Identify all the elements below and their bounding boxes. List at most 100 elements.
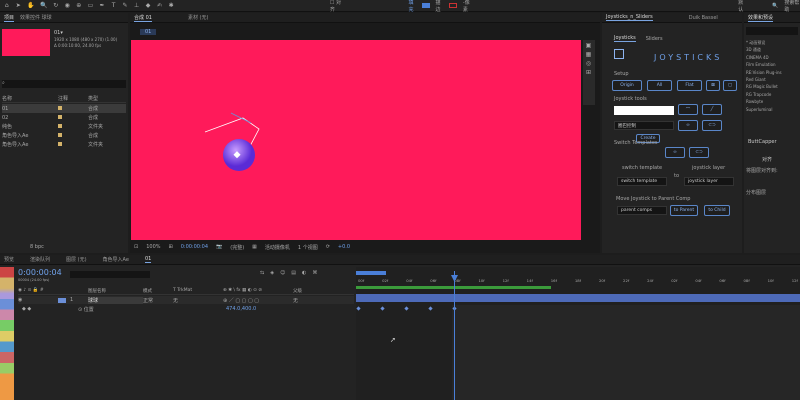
brush-icon[interactable]: ▣ (585, 42, 592, 49)
snap-checkbox[interactable]: ☐ 对齐 (330, 0, 343, 13)
col-parent[interactable]: 父级 (293, 288, 302, 294)
text-tool-icon[interactable]: T (111, 2, 117, 9)
timeline-search-input[interactable] (70, 271, 150, 278)
effects-search-input[interactable] (746, 27, 798, 35)
tool-slope-button[interactable]: ╱ (702, 104, 722, 115)
switch-unlink-button[interactable]: ⊂⊃ (689, 147, 709, 158)
layer-parent-select[interactable]: 无 (293, 297, 298, 304)
puppet-tool-icon[interactable]: ✱ (168, 2, 174, 9)
roto-tool-icon[interactable]: ✍ (157, 2, 163, 9)
list-item[interactable]: 纯色 文件夹 (2, 122, 126, 131)
rectangle-tool-icon[interactable]: ▭ (88, 2, 94, 9)
shy-icon[interactable]: ☺ (280, 270, 285, 276)
frame-blend-icon[interactable]: ▤ (291, 270, 296, 276)
to-parent-button[interactable]: to Parent (670, 205, 698, 216)
quality-select[interactable]: (完整) (230, 244, 244, 251)
pen-tool-icon[interactable]: ✒ (99, 2, 105, 9)
table-row[interactable]: ◆ ◆ ⊙ 位置 474.0,400.0 (18, 305, 354, 313)
hand-tool-icon[interactable]: ✋ (27, 2, 34, 9)
project-search-input[interactable]: ⌕ (2, 80, 126, 88)
layer-bar[interactable] (356, 294, 800, 302)
draft-3d-icon[interactable]: ◈ (270, 270, 274, 276)
position-value[interactable]: 474.0,400.0 (226, 306, 256, 312)
buttcapper-label[interactable]: ButtCapper (748, 139, 777, 145)
list-item[interactable]: Film Emulation (746, 61, 782, 68)
grid-icon[interactable]: ▦ (585, 51, 592, 58)
column-name[interactable]: 名称 (2, 95, 58, 102)
keyframe[interactable] (404, 306, 409, 311)
effects-tab[interactable]: 效果和预设 (748, 14, 774, 22)
workspace-label[interactable]: 默认 (738, 0, 746, 13)
graph-editor-icon[interactable]: ⌘ (312, 270, 317, 276)
comp-canvas[interactable] (131, 40, 581, 240)
keyframe-row[interactable] (356, 304, 800, 314)
duik-tab[interactable]: Duik Bassel (689, 15, 718, 21)
exposure-value[interactable]: +0.0 (338, 244, 350, 250)
stamp-tool-icon[interactable]: ⊥ (134, 2, 140, 9)
keyframe[interactable] (356, 306, 361, 311)
list-item[interactable]: 角色导入Ae 合成 (2, 131, 126, 140)
origin-button[interactable]: Origin (612, 80, 642, 91)
search-help-input[interactable]: 搜索帮助 (784, 0, 800, 13)
sliders-subtab[interactable]: Sliders (646, 36, 663, 42)
list-item[interactable]: Superluminal (746, 106, 782, 113)
switch-template-select[interactable]: switch template (617, 177, 667, 186)
to-child-button[interactable]: to Child (704, 205, 730, 216)
timeline-timecode[interactable]: 0:00:00:04 (18, 268, 62, 277)
list-item[interactable]: Rowbyte (746, 98, 782, 105)
motion-blur-icon[interactable]: ◐ (302, 270, 306, 276)
list-item[interactable]: * 动画预设 (746, 39, 782, 46)
comp-tab[interactable]: 合成 01 (134, 14, 152, 22)
layer-trkmat-select[interactable]: 无 (173, 297, 223, 304)
list-item[interactable]: 3D 通道 (746, 46, 782, 53)
switch-link-button[interactable]: ∞ (665, 147, 685, 158)
align-tab[interactable]: 对齐 (762, 156, 772, 163)
list-item[interactable]: RE:Vision Plug-ins (746, 69, 782, 76)
time-ruler[interactable]: 00f 02f 04f 06f 08f 10f 12f 14f 16f 18f 20f 22f 24f 0… (356, 275, 800, 285)
table-row[interactable]: ◉ 1 球球 正常 无 ⊕ ／ ▢ ▢ ▢ ▢ 无 (18, 296, 354, 304)
reset-exposure-icon[interactable]: ⟳ (326, 244, 330, 250)
joystick-layer-select[interactable]: joystick layer (684, 177, 734, 186)
layer-mode-select[interactable]: 正常 (143, 297, 173, 304)
stopwatch-icon[interactable]: ⊙ 位置 (78, 306, 168, 313)
stroke-swatch[interactable] (449, 3, 457, 8)
project-tab[interactable]: 项目 (4, 14, 15, 22)
flat-button[interactable]: Flat (677, 80, 702, 91)
tool-bend-button[interactable]: ⌒ (678, 104, 698, 115)
keyframe[interactable] (428, 306, 433, 311)
tab-character-comp[interactable]: 角色导入Ae (103, 256, 129, 263)
column-type[interactable]: 类型 (88, 95, 98, 102)
comp-breadcrumb[interactable]: 01 (140, 29, 157, 35)
layer-tab[interactable]: 素材 (无) (188, 14, 209, 21)
effect-controls-tab[interactable]: 效果控件 球球 (20, 14, 52, 21)
tab-preview[interactable]: 预览 (4, 256, 14, 263)
rotate-tool-icon[interactable]: ↻ (53, 2, 59, 9)
resolution-icon[interactable]: ⊞ (169, 244, 173, 250)
region-icon[interactable]: ▦ (252, 244, 257, 250)
zoom-select[interactable]: 100% (146, 244, 160, 250)
snapshot-icon[interactable]: 📷 (216, 244, 222, 250)
tool-unlink-button[interactable]: ⊂⊃ (702, 120, 722, 131)
col-mode[interactable]: 模式 (143, 288, 173, 294)
bpc-label[interactable]: 8 bpc (30, 244, 44, 250)
zoom-tool-icon[interactable]: 🔍 (40, 2, 47, 9)
tab-comp-01[interactable]: 01 (144, 256, 152, 263)
list-item[interactable]: Red Giant (746, 76, 782, 83)
col-layer-name[interactable]: 图层名称 (88, 288, 143, 294)
search-icon[interactable]: 🔍 (772, 3, 778, 9)
stroke-label[interactable]: 描边 (436, 0, 444, 13)
playhead[interactable] (454, 271, 455, 400)
joystick-x-button[interactable]: ⊠ (706, 80, 720, 91)
parent-comps-select[interactable]: parent comps (617, 206, 667, 215)
tool-link-button[interactable]: ∞ (678, 120, 698, 131)
brush-tool-icon[interactable]: ✎ (122, 2, 128, 9)
camera-tool-icon[interactable]: ◉ (65, 2, 71, 9)
camera-select[interactable]: 活动摄像机 (265, 244, 290, 251)
list-item[interactable]: 01 合成 (2, 104, 126, 113)
selection-tool-icon[interactable]: ➤ (16, 2, 22, 9)
plus-icon[interactable]: ⊞ (585, 69, 592, 76)
magnifier-icon[interactable]: ⊡ (134, 244, 138, 250)
timeline-tracks[interactable]: 00f 02f 04f 06f 08f 10f 12f 14f 16f 18f 20f 22f 24f 0… (356, 267, 800, 400)
joysticks-subtab[interactable]: Joysticks (614, 35, 636, 42)
viewer-timecode[interactable]: 0:00:00:04 (181, 244, 208, 250)
